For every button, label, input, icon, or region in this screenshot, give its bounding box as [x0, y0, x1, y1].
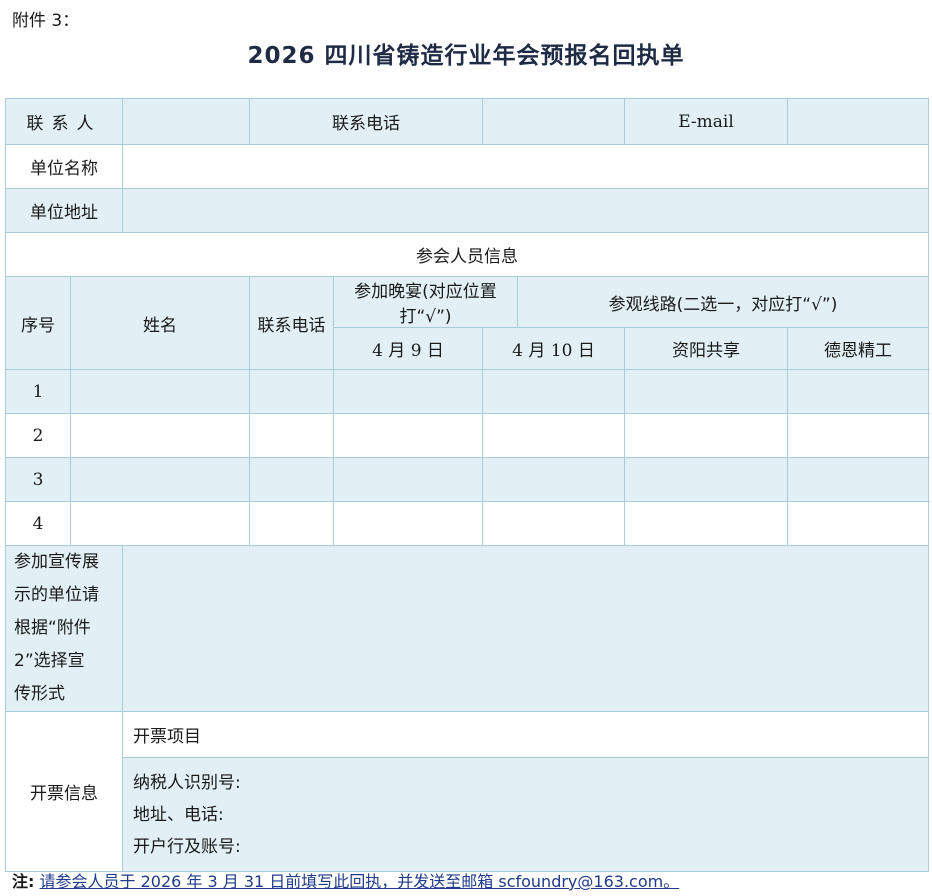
form-title: 2026 四川省铸造行业年会预报名回执单 — [247, 43, 685, 69]
invoice-item-field[interactable]: 开票项目 — [121, 711, 930, 758]
taxpayer-id-label: 纳税人识别号: — [133, 772, 241, 793]
route-deen-cell[interactable] — [787, 369, 930, 414]
route-deen-cell[interactable] — [787, 457, 930, 502]
promotion-label: 参加宣传展 示的单位请 根据“附件 2”选择宣 传形式 — [5, 545, 123, 712]
dinner-april-9-cell[interactable] — [333, 501, 483, 546]
dinner-april-9-cell[interactable] — [333, 413, 483, 458]
promotion-label-line: 2”选择宣 — [14, 651, 85, 671]
bank-account-label: 开户行及账号: — [133, 836, 241, 857]
name-cell[interactable] — [70, 413, 250, 458]
unit-name-field[interactable] — [121, 144, 930, 189]
promotion-field[interactable] — [121, 545, 930, 712]
row-number: 2 — [5, 413, 71, 458]
phone-header: 联系电话 — [249, 276, 334, 370]
contact-phone-field[interactable] — [482, 98, 625, 145]
contact-person-label: 联系人 — [5, 98, 123, 145]
footnote-text: 请参会人员于 2026 年 3 月 31 日前填写此回执，并发送至邮箱 scfo… — [39, 872, 680, 891]
dinner-april-10-cell[interactable] — [482, 413, 625, 458]
unit-address-label: 单位地址 — [5, 188, 123, 233]
phone-cell[interactable] — [249, 457, 334, 502]
dinner-april-10-cell[interactable] — [482, 501, 625, 546]
dinner-april-10-cell[interactable] — [482, 457, 625, 502]
dinner-april-10-cell[interactable] — [482, 369, 625, 414]
table-row: 4 — [5, 501, 930, 546]
promotion-label-line: 根据“附件 — [14, 618, 91, 638]
route-ziyang-cell[interactable] — [623, 413, 789, 458]
email-field[interactable] — [787, 98, 930, 145]
route-ziyang-cell[interactable] — [623, 369, 789, 414]
attendee-section-header: 参会人员信息 — [4, 232, 930, 277]
registration-form-table: 联系人 联系电话 E-mail 单位名称 单位地址 参会人员信息 序号 姓名 联… — [4, 98, 930, 872]
name-cell[interactable] — [70, 457, 250, 502]
attachment-label: 附件 3： — [12, 11, 80, 31]
route-deen-cell[interactable] — [787, 413, 930, 458]
promotion-label-line: 参加宣传展 — [14, 552, 99, 572]
unit-name-label: 单位名称 — [5, 144, 123, 189]
route-ziyang-header: 资阳共享 — [623, 327, 789, 370]
address-phone-label: 地址、电话: — [133, 804, 224, 825]
unit-address-field[interactable] — [121, 188, 930, 233]
seq-header: 序号 — [5, 276, 71, 370]
row-number: 3 — [5, 457, 71, 502]
invoice-details-field[interactable]: 纳税人识别号: 地址、电话: 开户行及账号: — [121, 757, 930, 872]
route-header: 参观线路(二选一，对应打“√”) — [516, 276, 930, 328]
footnote-label: 注: — [12, 872, 35, 891]
contact-phone-label: 联系电话 — [249, 98, 483, 145]
promotion-label-line: 传形式 — [14, 684, 65, 704]
row-number: 1 — [5, 369, 71, 414]
dinner-april-9-cell[interactable] — [333, 457, 483, 502]
promotion-label-line: 示的单位请 — [14, 585, 99, 605]
route-ziyang-cell[interactable] — [623, 457, 789, 502]
contact-person-field[interactable] — [122, 98, 250, 145]
phone-cell[interactable] — [249, 369, 334, 414]
route-deen-cell[interactable] — [787, 501, 930, 546]
date-april-10-header: 4 月 10 日 — [482, 327, 625, 370]
table-row: 3 — [5, 457, 930, 502]
route-deen-header: 德恩精工 — [787, 327, 930, 370]
dinner-header: 参加晚宴(对应位置打“√”) — [333, 276, 518, 328]
table-row: 2 — [5, 413, 930, 458]
email-label: E-mail — [623, 98, 789, 145]
phone-cell[interactable] — [249, 501, 334, 546]
route-ziyang-cell[interactable] — [623, 501, 789, 546]
table-row: 1 — [5, 369, 930, 414]
name-header: 姓名 — [70, 276, 250, 370]
date-april-9-header: 4 月 9 日 — [333, 327, 483, 370]
phone-cell[interactable] — [249, 413, 334, 458]
invoice-label: 开票信息 — [5, 711, 123, 872]
footnote: 注: 请参会人员于 2026 年 3 月 31 日前填写此回执，并发送至邮箱 s… — [12, 868, 679, 892]
row-number: 4 — [5, 501, 71, 546]
name-cell[interactable] — [70, 501, 250, 546]
dinner-april-9-cell[interactable] — [333, 369, 483, 414]
name-cell[interactable] — [70, 369, 250, 414]
